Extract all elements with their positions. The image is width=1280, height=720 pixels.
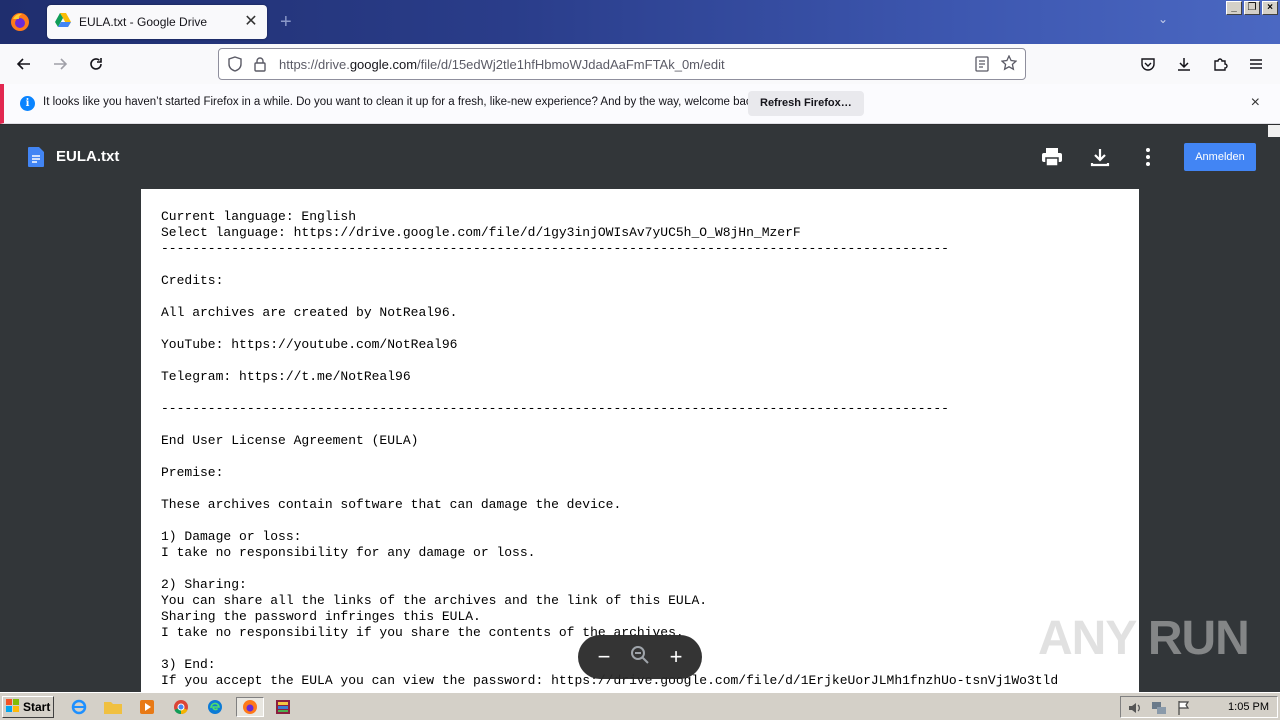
download-icon[interactable]: [1088, 145, 1112, 169]
taskbar-clock[interactable]: 1:05 PM: [1228, 701, 1269, 713]
bookmark-star-icon[interactable]: [1000, 54, 1018, 76]
zoom-out-button[interactable]: −: [590, 645, 618, 669]
system-tray: 1:05 PM: [1120, 696, 1278, 718]
print-icon[interactable]: [1040, 145, 1064, 169]
start-button[interactable]: Start: [2, 696, 54, 718]
address-bar[interactable]: https://drive.google.com/file/d/15edWj2t…: [218, 48, 1026, 80]
close-notification-icon[interactable]: ×: [1251, 94, 1260, 112]
info-icon: i: [20, 96, 35, 111]
restore-button[interactable]: ❐: [1244, 1, 1260, 15]
sign-in-button[interactable]: Anmelden: [1184, 143, 1256, 171]
winrar-icon[interactable]: [272, 697, 294, 717]
anyrun-watermark: ANY RUN: [1038, 612, 1250, 665]
close-tab-icon[interactable]: ✕: [243, 14, 259, 30]
start-label: Start: [23, 700, 51, 714]
hamburger-menu-icon[interactable]: [1244, 52, 1268, 76]
list-all-tabs-chevron-icon[interactable]: ⌄: [1158, 12, 1168, 26]
pocket-icon[interactable]: [1136, 52, 1160, 76]
refresh-firefox-button[interactable]: Refresh Firefox…: [748, 91, 864, 116]
tab-eula-google-drive[interactable]: EULA.txt - Google Drive ✕: [47, 5, 267, 39]
reader-view-icon[interactable]: [975, 56, 989, 77]
google-drive-icon: [55, 12, 71, 32]
navigation-toolbar: https://drive.google.com/file/d/15edWj2t…: [0, 44, 1280, 84]
media-player-icon[interactable]: [136, 697, 158, 717]
notification-message: It looks like you haven’t started Firefo…: [43, 96, 761, 108]
chrome-icon[interactable]: [170, 697, 192, 717]
extensions-puzzle-icon[interactable]: [1208, 52, 1232, 76]
action-center-flag-icon[interactable]: [1177, 700, 1191, 720]
reload-icon[interactable]: [84, 52, 108, 76]
firefox-menu-icon[interactable]: [8, 10, 32, 34]
google-docs-file-icon: [28, 147, 44, 167]
lock-icon[interactable]: [253, 56, 267, 77]
zoom-magnifier-icon[interactable]: [626, 645, 654, 670]
document-text: Current language: English Select languag…: [161, 209, 1059, 688]
new-tab-button[interactable]: +: [280, 10, 292, 34]
edge-icon[interactable]: [204, 697, 226, 717]
tracking-protection-shield-icon[interactable]: [227, 56, 243, 77]
drive-file-viewer: EULA.txt Anmelden Current language: Engl…: [0, 125, 1280, 692]
firefox-refresh-notification: i It looks like you haven’t started Fire…: [0, 84, 1280, 124]
zoom-in-button[interactable]: +: [662, 645, 690, 669]
volume-icon[interactable]: [1127, 700, 1143, 720]
network-icon[interactable]: [1151, 700, 1167, 720]
zoom-controls: − +: [578, 635, 702, 679]
back-arrow-icon[interactable]: [12, 52, 36, 76]
browser-tab-bar: EULA.txt - Google Drive ✕ + ⌄ _ ❐ ×: [0, 0, 1280, 44]
firefox-taskbar-button[interactable]: [236, 697, 264, 717]
url-text[interactable]: https://drive.google.com/file/d/15edWj2t…: [279, 57, 725, 72]
windows-taskbar: Start 1:05 PM: [0, 692, 1280, 720]
internet-explorer-icon[interactable]: [68, 697, 90, 717]
close-window-button[interactable]: ×: [1262, 1, 1278, 15]
forward-arrow-icon[interactable]: [48, 52, 72, 76]
document-page: Current language: English Select languag…: [141, 189, 1139, 692]
file-name: EULA.txt: [56, 148, 120, 165]
minimize-button[interactable]: _: [1226, 1, 1242, 15]
downloads-icon[interactable]: [1172, 52, 1196, 76]
windows-logo-icon: [6, 698, 20, 716]
file-explorer-folder-icon[interactable]: [102, 697, 124, 717]
viewer-header: EULA.txt Anmelden: [0, 125, 1280, 189]
more-options-icon[interactable]: [1136, 145, 1160, 169]
tab-title: EULA.txt - Google Drive: [79, 15, 208, 29]
window-controls: _ ❐ ×: [1226, 1, 1278, 15]
